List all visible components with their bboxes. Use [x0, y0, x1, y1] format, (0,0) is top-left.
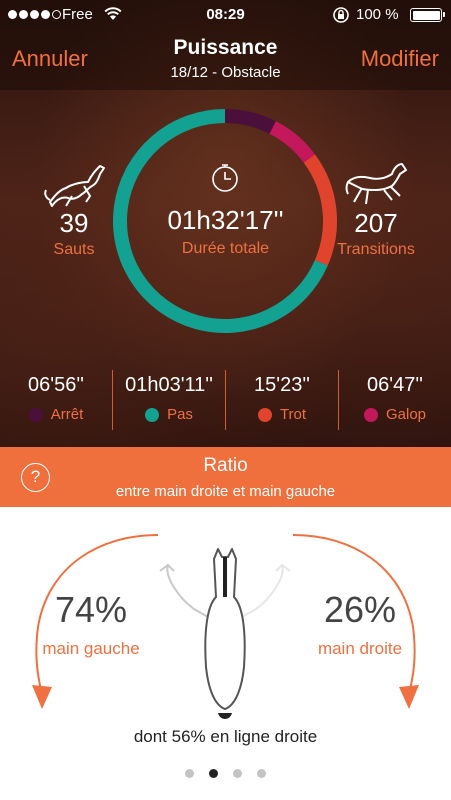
battery-icon	[410, 8, 445, 22]
straight-line-note: dont 56% en ligne droite	[133, 727, 318, 746]
trot-color-dot	[257, 407, 272, 422]
right-hand-label: main droite	[317, 639, 403, 658]
gait-time: 06'56''	[28, 374, 84, 396]
clock-icon	[212, 164, 238, 192]
transitions-label: Transitions	[337, 241, 415, 258]
gait-stat-trot: 15'23'' Trot	[225, 370, 338, 430]
gait-stat-arret: 06'56'' Arrêt	[0, 370, 112, 430]
status-bar: Free 08:29 100 %	[0, 0, 451, 30]
jumps-label: Sauts	[53, 241, 95, 258]
page-dot[interactable]	[257, 769, 266, 778]
battery-percentage: 100 %	[356, 6, 399, 23]
gait-label: Galop	[385, 406, 427, 423]
page-dot[interactable]	[233, 769, 242, 778]
arret-color-dot	[28, 407, 43, 422]
edit-button[interactable]: Modifier	[361, 46, 439, 72]
page-indicator[interactable]	[0, 769, 451, 778]
gait-label: Arrêt	[50, 406, 84, 423]
gait-time: 06'47''	[367, 374, 423, 396]
gait-time: 15'23''	[254, 374, 310, 396]
ring-segment-galop	[269, 121, 316, 163]
jumping-horse-icon	[44, 165, 105, 207]
horse-top-view-icon	[159, 548, 291, 719]
ratio-header: ? Ratio entre main droite et main gauche	[0, 447, 451, 507]
ratio-title: Ratio	[203, 455, 248, 476]
gait-label: Trot	[279, 406, 307, 423]
page-dot[interactable]	[209, 769, 218, 778]
gait-stat-pas: 01h03'11'' Pas	[112, 370, 225, 430]
ring-segment-arrêt	[224, 109, 276, 134]
right-hand-percentage: 26%	[323, 589, 397, 630]
gait-stat-galop: 06'47'' Galop	[338, 370, 451, 430]
galloping-horse-icon	[345, 163, 407, 205]
ratio-subtitle: entre main droite et main gauche	[115, 483, 336, 500]
left-hand-label: main gauche	[42, 639, 140, 658]
gait-stats: 06'56'' Arrêt 01h03'11'' Pas 15'23'' Tro…	[0, 370, 451, 430]
orientation-lock-icon	[333, 7, 349, 23]
pas-color-dot	[145, 407, 160, 422]
page-dot[interactable]	[185, 769, 194, 778]
left-hand-percentage: 74%	[54, 589, 128, 630]
galop-color-dot	[363, 407, 378, 422]
gait-time: 01h03'11''	[125, 374, 213, 396]
transitions-count: 207	[354, 208, 398, 238]
jumps-count: 39	[59, 208, 89, 238]
gait-label: Pas	[167, 406, 193, 423]
hand-ratio-panel: 74% main gauche 26% main droite dont 56%…	[0, 507, 451, 800]
